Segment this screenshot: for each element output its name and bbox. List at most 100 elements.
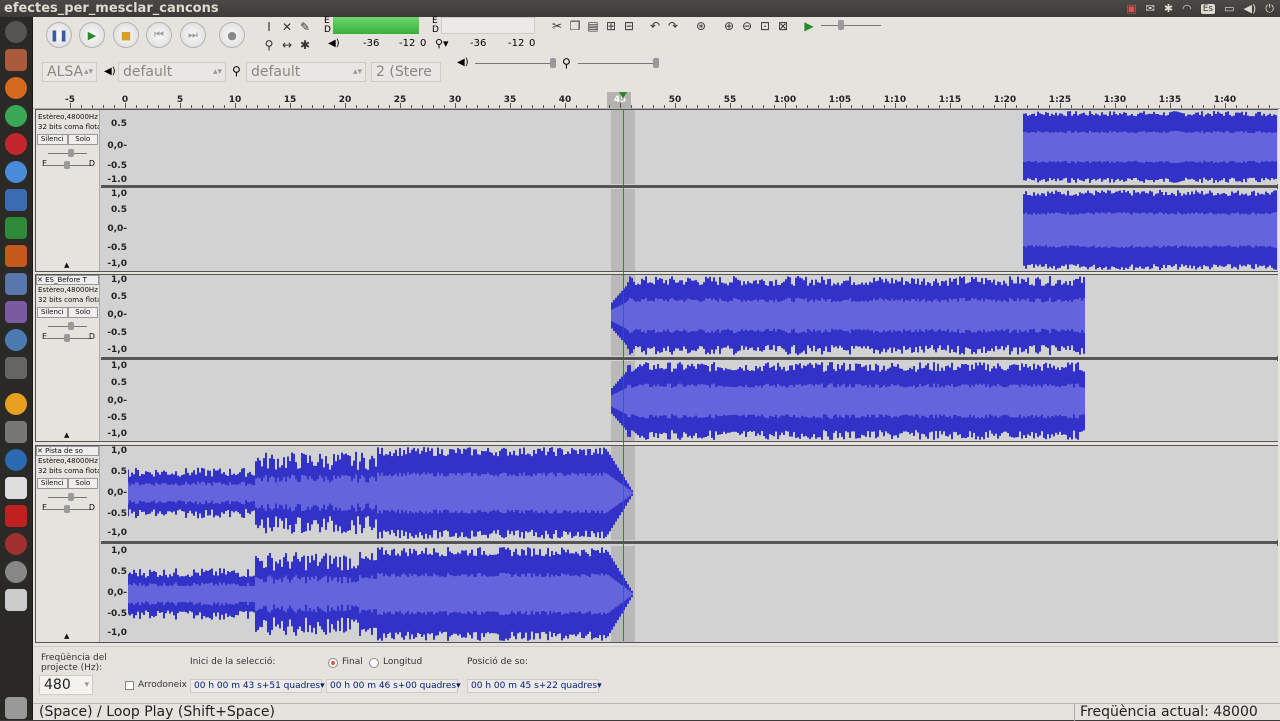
play-button[interactable]: ▶	[79, 22, 105, 48]
camera-icon[interactable]: ▣	[1126, 2, 1136, 15]
skip-start-button[interactable]: ⏮	[146, 22, 172, 48]
system-tools-icon[interactable]	[5, 533, 27, 555]
disc-icon[interactable]	[5, 561, 27, 583]
multi-tool-icon[interactable]: ✱	[297, 37, 313, 53]
undo-icon[interactable]: ↶	[647, 18, 663, 34]
track-name-menu[interactable]: ✕ Pista de so	[36, 446, 99, 456]
mail-icon[interactable]: ✉	[1146, 2, 1155, 15]
audio-host-select[interactable]: ALSA ▴▾	[42, 62, 97, 82]
project-rate-select[interactable]: 480 ▾	[39, 675, 93, 695]
mute-button[interactable]: Silenci	[37, 134, 68, 145]
playback-volume-knob[interactable]	[550, 58, 556, 68]
collapse-track-icon[interactable]: ▲	[64, 431, 69, 439]
audacity-icon[interactable]	[5, 393, 27, 415]
mute-button[interactable]: Silenci	[37, 478, 68, 489]
trash-icon[interactable]	[5, 697, 27, 719]
microphone-icon[interactable]: ⚲▾	[435, 37, 449, 50]
tools-icon[interactable]	[5, 357, 27, 379]
end-radio[interactable]	[328, 658, 338, 668]
length-radio[interactable]	[369, 658, 379, 668]
waveform-channel-right[interactable]	[128, 546, 1278, 642]
waveform-channel-left[interactable]	[128, 110, 1278, 184]
chromium-icon[interactable]	[5, 161, 27, 183]
skip-end-button[interactable]: ⏭	[180, 22, 206, 48]
redo-icon[interactable]: ↷	[665, 18, 681, 34]
files-icon[interactable]	[5, 49, 27, 71]
selection-tool-icon[interactable]: I	[261, 19, 277, 35]
pause-button[interactable]: ❚❚	[46, 22, 72, 48]
envelope-tool-icon[interactable]: ✕	[279, 19, 295, 35]
wifi-icon[interactable]: ◠	[1182, 2, 1192, 15]
zoom-tool-icon[interactable]: ⚲	[261, 37, 277, 53]
record-volume-slider[interactable]	[578, 63, 658, 64]
waveform-channel-right[interactable]	[128, 361, 1278, 441]
record-volume-knob[interactable]	[653, 58, 659, 68]
writer-icon[interactable]	[5, 189, 27, 211]
battery-icon[interactable]: ▭	[1224, 2, 1234, 15]
output-device-select[interactable]: default ▴▾	[118, 62, 226, 82]
speaker-icon[interactable]: ◀)	[328, 38, 340, 49]
play-speed-knob[interactable]	[838, 20, 844, 30]
power-icon[interactable]: ⏻	[1265, 2, 1274, 16]
close-track-icon[interactable]: ✕	[37, 447, 45, 455]
pan-slider[interactable]	[44, 159, 91, 171]
gain-slider[interactable]	[42, 320, 93, 332]
waveform-channel-right[interactable]	[128, 189, 1278, 271]
play-speed-slider[interactable]	[821, 25, 881, 26]
solo-button[interactable]: Solo	[67, 134, 98, 145]
playback-meter[interactable]: E D	[430, 16, 538, 35]
firefox-icon[interactable]	[5, 77, 27, 99]
image-viewer-icon[interactable]	[5, 477, 27, 499]
draw-tool-icon[interactable]: ✎	[297, 19, 313, 35]
audio-track[interactable]: ✕ Pista de so Estèreo,48000Hz 32 bits co…	[35, 445, 1278, 643]
close-track-icon[interactable]: ✕	[37, 276, 45, 284]
collapse-track-icon[interactable]: ▲	[64, 632, 69, 640]
pan-slider[interactable]	[44, 503, 91, 515]
copy-icon[interactable]: ❐	[567, 18, 583, 34]
editor-icon[interactable]	[5, 421, 27, 443]
audio-track[interactable]: Estèreo,48000Hz 32 bits coma flotant Sil…	[35, 109, 1278, 272]
game-icon[interactable]	[5, 505, 27, 527]
trim-icon[interactable]: ⊞	[603, 18, 619, 34]
record-meter[interactable]: E D	[322, 16, 430, 35]
chrome-icon[interactable]	[5, 105, 27, 127]
stop-button[interactable]: ■	[113, 22, 139, 48]
gain-slider[interactable]	[42, 491, 93, 503]
zoom-out-icon[interactable]: ⊖	[739, 18, 755, 34]
software-icon[interactable]	[5, 329, 27, 351]
volume-icon[interactable]: ◀)	[1244, 2, 1257, 15]
settings-icon[interactable]	[5, 301, 27, 323]
input-device-select[interactable]: default ▴▾	[246, 62, 366, 82]
solo-button[interactable]: Solo	[67, 478, 98, 489]
fit-project-icon[interactable]: ⊠	[775, 18, 791, 34]
track-name-menu[interactable]: ✕ ES_Before T	[36, 275, 99, 285]
virtualbox-icon[interactable]	[5, 273, 27, 295]
sync-lock-icon[interactable]: ⊛	[693, 18, 709, 34]
play-at-speed-icon[interactable]: ▶	[801, 18, 817, 34]
solo-button[interactable]: Solo	[67, 307, 98, 318]
silence-icon[interactable]: ⊟	[621, 18, 637, 34]
keyboard-lang-indicator[interactable]: Es	[1200, 3, 1216, 14]
record-button[interactable]: ●	[219, 22, 245, 48]
timeshift-tool-icon[interactable]: ↔	[279, 37, 295, 53]
collapse-track-icon[interactable]: ▲	[64, 261, 69, 269]
cut-icon[interactable]: ✂	[549, 18, 565, 34]
impress-icon[interactable]	[5, 245, 27, 267]
waveform-channel-left[interactable]	[128, 446, 1278, 540]
dash-icon[interactable]	[5, 21, 27, 43]
playback-volume-slider[interactable]	[475, 63, 555, 64]
audio-track[interactable]: ✕ ES_Before T Estèreo,48000Hz 32 bits co…	[35, 274, 1278, 442]
globe-icon[interactable]	[5, 449, 27, 471]
timeline-ruler[interactable]: -5 0 5 10 15 20 25 30 35 40 45 50 55 1:00 1:05 1:10 1:15…	[33, 92, 1280, 109]
selection-start-time[interactable]: 00 h 00 m 43 s+51 quadres▾	[190, 679, 325, 693]
gain-slider[interactable]	[42, 147, 93, 159]
bluetooth-icon[interactable]: ✱	[1164, 2, 1173, 15]
calc-icon[interactable]	[5, 217, 27, 239]
zoom-in-icon[interactable]: ⊕	[721, 18, 737, 34]
selection-end-time[interactable]: 00 h 00 m 46 s+00 quadres▾	[326, 679, 461, 693]
audio-position-time[interactable]: 00 h 00 m 45 s+22 quadres▾	[467, 679, 602, 693]
fit-selection-icon[interactable]: ⊡	[757, 18, 773, 34]
playhead-marker-icon[interactable]	[619, 92, 627, 99]
opera-icon[interactable]	[5, 133, 27, 155]
notes-icon[interactable]	[5, 589, 27, 611]
